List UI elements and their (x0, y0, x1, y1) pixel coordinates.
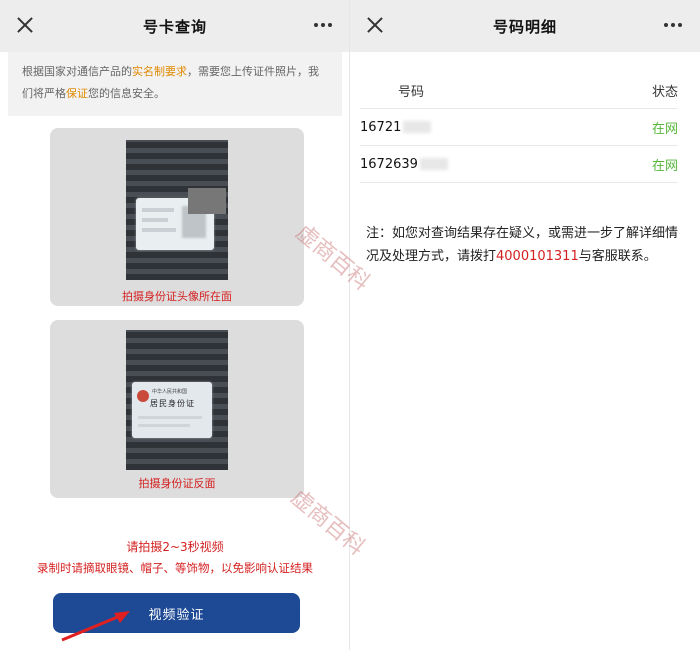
hand-holding-card (188, 188, 226, 214)
upload-front-card[interactable]: 拍摄身份证头像所在面 (50, 128, 304, 306)
notice-text: 根据国家对通信产品的 (22, 65, 132, 78)
contact-note: 注：如您对查询结果存在疑义，或需进一步了解详细情况及处理方式，请拨打400010… (366, 222, 684, 268)
nav-bar: 号码明细 (350, 0, 700, 52)
id-front-photo (126, 140, 228, 280)
status-badge: 在网 (651, 121, 678, 137)
id-back-photo: 中华人民共和国 居民身份证 (126, 330, 228, 470)
masked-digits (403, 121, 432, 133)
note-text: 与客服联系。 (578, 249, 657, 264)
table-row: 16721 在网 (360, 108, 678, 145)
more-options-icon[interactable] (308, 13, 338, 37)
real-name-notice: 根据国家对通信产品的实名制要求，需要您上传证件照片，我们将严格保证您的信息安全。 (8, 52, 342, 116)
phone-number: 16721 (360, 119, 432, 135)
status-badge: 在网 (651, 158, 678, 174)
table-header: 号码 状态 (360, 72, 678, 108)
nav-bar: 号卡查询 (0, 0, 350, 52)
table-bottom-border (360, 182, 678, 183)
card-text: 中华人民共和国 (152, 389, 188, 395)
page-title: 号码明细 (492, 17, 557, 36)
phone-number-text: 1672639 (360, 156, 418, 172)
back-caption: 拍摄身份证反面 (138, 477, 216, 490)
phone-number: 1672639 (360, 157, 448, 172)
video-hint: 请拍摄2~3秒视频 (126, 540, 224, 554)
upload-back-card[interactable]: 中华人民共和国 居民身份证 拍摄身份证反面 (50, 320, 304, 498)
more-options-icon[interactable] (658, 13, 688, 37)
front-caption: 拍摄身份证头像所在面 (122, 290, 232, 303)
id-card-query-screen: 号卡查询 根据国家对通信产品的实名制要求，需要您上传证件照片，我们将严格保证您的… (0, 0, 350, 650)
close-icon[interactable] (14, 14, 36, 36)
column-header-status: 状态 (651, 84, 678, 100)
masked-digits (419, 158, 448, 170)
notice-highlight-real-name: 实名制要求 (132, 65, 187, 78)
red-arrow-icon (61, 611, 130, 642)
close-icon[interactable] (364, 14, 386, 36)
card-text: 居民身份证 (150, 399, 195, 408)
service-phone-link[interactable]: 4000101311 (496, 249, 579, 264)
page-title: 号卡查询 (142, 17, 207, 36)
column-header-number: 号码 (398, 84, 425, 100)
number-details-screen: 号码明细 号码 状态 16721 在网 1672639 在网 注：如您对查询结果… (350, 0, 700, 650)
id-card-back-image: 中华人民共和国 居民身份证 (132, 382, 212, 438)
video-hint-detail: 录制时请摘取眼镜、帽子、等饰物，以免影响认证结果 (37, 561, 313, 575)
emblem-icon (137, 390, 149, 402)
notice-text: 您的信息安全。 (88, 87, 165, 100)
table-row: 1672639 在网 (360, 145, 678, 182)
notice-highlight-guarantee: 保证 (66, 87, 88, 100)
phone-number-text: 16721 (360, 119, 402, 135)
